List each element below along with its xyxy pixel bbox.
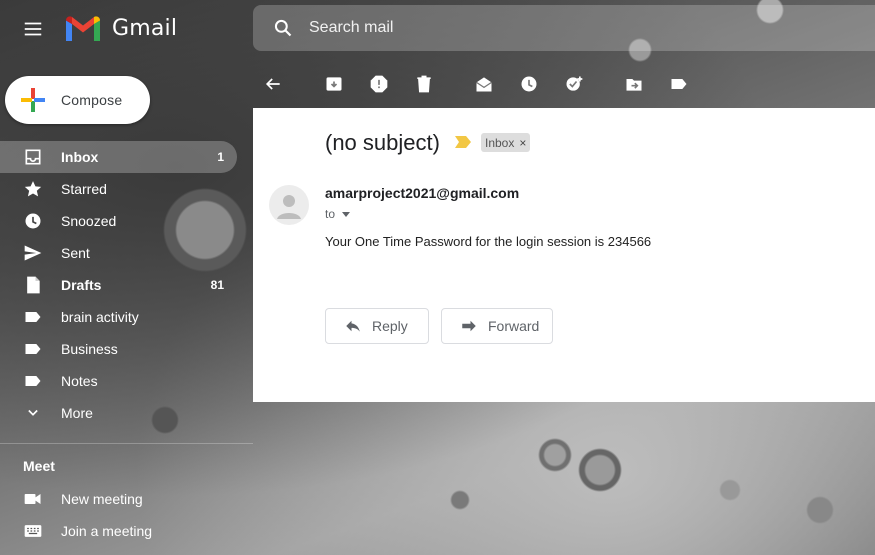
sidebar-divider [0, 443, 253, 444]
draft-icon [23, 275, 43, 295]
message-toolbar [253, 62, 875, 106]
sidebar-item-starred[interactable]: Starred [0, 173, 237, 205]
sender-email[interactable]: amarproject2021@gmail.com [325, 185, 519, 201]
caret-down-icon [342, 212, 351, 217]
reply-icon [346, 320, 360, 332]
sidebar-item-brain-activity[interactable]: brain activity [0, 301, 237, 333]
labels-button[interactable] [659, 64, 699, 104]
search-bar[interactable] [253, 5, 875, 51]
back-button[interactable] [253, 64, 293, 104]
meet-item-new-meeting[interactable]: New meeting [0, 483, 152, 515]
sidebar-item-drafts[interactable]: Drafts 81 [0, 269, 237, 301]
hamburger-menu-icon [24, 22, 42, 36]
clock-icon [23, 211, 43, 231]
reply-label: Reply [372, 318, 408, 334]
keyboard-icon [23, 521, 43, 541]
sender-avatar [269, 185, 309, 225]
sidebar-item-inbox[interactable]: Inbox 1 [0, 141, 237, 173]
top-header: Gmail [0, 0, 875, 58]
report-spam-icon [370, 75, 388, 93]
main-menu-button[interactable] [14, 10, 52, 48]
move-to-icon [626, 79, 642, 91]
forward-icon [462, 320, 476, 332]
meet-item-label: Join a meeting [61, 523, 153, 539]
sidebar-item-sent[interactable]: Sent [0, 237, 237, 269]
compose-button[interactable]: Compose [5, 76, 150, 124]
sidebar-item-label: More [61, 405, 93, 421]
add-task-button[interactable] [554, 64, 594, 104]
message-pane: (no subject) Inbox × amarproject2021@gma… [253, 108, 875, 402]
mark-unread-icon [476, 77, 492, 92]
sidebar-item-label: Drafts [61, 277, 102, 293]
message-body: Your One Time Password for the login ses… [325, 234, 652, 249]
reply-button[interactable]: Reply [325, 308, 429, 344]
star-icon [23, 179, 43, 199]
remove-label-button[interactable]: × [519, 136, 526, 150]
sidebar-item-label: Starred [61, 181, 107, 197]
label-icon [23, 339, 43, 359]
mark-unread-button[interactable] [464, 64, 504, 104]
labels-icon [671, 79, 687, 89]
compose-label: Compose [61, 92, 123, 108]
sidebar-item-label: Sent [61, 245, 90, 261]
sidebar-item-label: Snoozed [61, 213, 117, 229]
drafts-count: 81 [210, 278, 224, 292]
gmail-m-logo-icon [66, 16, 100, 41]
importance-marker-icon[interactable] [455, 136, 471, 148]
sidebar-item-notes[interactable]: Notes [0, 365, 237, 397]
recipient-details-toggle[interactable]: to [325, 207, 351, 221]
label-icon [23, 371, 43, 391]
sidebar-item-label: Notes [61, 373, 98, 389]
sidebar-item-label: Inbox [61, 149, 99, 165]
gmail-logo[interactable]: Gmail [64, 12, 177, 44]
sidebar-item-more[interactable]: More [0, 397, 237, 429]
delete-icon [417, 75, 431, 93]
meet-section-title: Meet [23, 458, 55, 474]
snooze-button[interactable] [509, 64, 549, 104]
back-icon [265, 78, 280, 90]
default-avatar-icon [277, 195, 301, 219]
search-icon[interactable] [273, 18, 293, 38]
label-chip-text: Inbox [485, 135, 515, 150]
forward-label: Forward [488, 318, 540, 334]
gmail-logo-text: Gmail [112, 15, 178, 41]
sidebar-item-snoozed[interactable]: Snoozed [0, 205, 237, 237]
video-icon [23, 489, 43, 509]
sidebar-item-label: brain activity [61, 309, 139, 325]
compose-plus-icon [21, 88, 45, 112]
send-icon [23, 243, 43, 263]
message-subject: (no subject) [325, 130, 440, 155]
inbox-icon [23, 147, 43, 167]
report-spam-button[interactable] [359, 64, 399, 104]
label-chip-inbox: Inbox × [481, 133, 531, 152]
archive-icon [326, 77, 342, 91]
sidebar: Compose Inbox 1 Starred Snoozed Sent Dra… [0, 58, 253, 555]
nav-list: Inbox 1 Starred Snoozed Sent Drafts 81 b… [0, 141, 253, 429]
chevron-down-icon [23, 403, 43, 423]
snooze-icon [521, 76, 537, 92]
sidebar-item-business[interactable]: Business [0, 333, 237, 365]
archive-button[interactable] [314, 64, 354, 104]
search-input[interactable] [309, 19, 709, 37]
inbox-unread-count: 1 [217, 150, 224, 164]
sidebar-item-label: Business [61, 341, 118, 357]
forward-button[interactable]: Forward [441, 308, 553, 344]
delete-button[interactable] [404, 64, 444, 104]
label-icon [23, 307, 43, 327]
move-to-button[interactable] [614, 64, 654, 104]
meet-item-label: New meeting [61, 491, 143, 507]
meet-item-join-meeting[interactable]: Join a meeting [0, 515, 152, 547]
to-label: to [325, 207, 336, 221]
meet-list: New meeting Join a meeting [0, 483, 152, 547]
add-task-icon [566, 76, 583, 91]
